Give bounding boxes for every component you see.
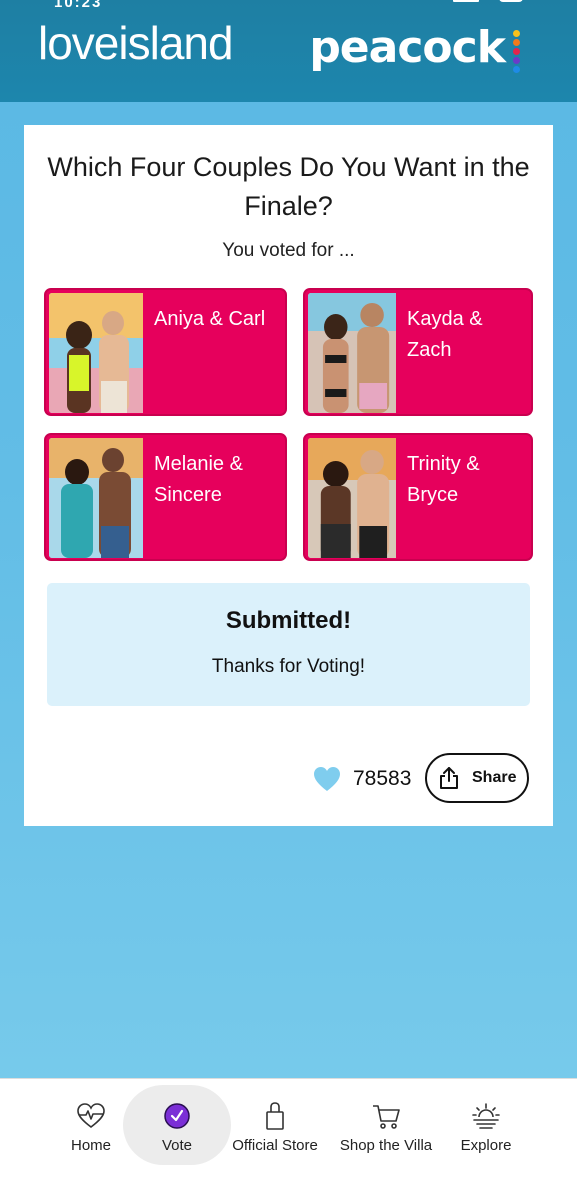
couple-option-melanie-sincere[interactable]: Melanie & Sincere [44, 433, 287, 561]
couple-name: Kayda & Zach [407, 308, 483, 361]
battery-icon [499, 0, 523, 2]
peacock-logo[interactable]: peacock [309, 26, 506, 70]
app-header: 10:23 loveisland peacock [0, 0, 577, 102]
love-island-logo[interactable]: loveisland [38, 17, 234, 69]
signal-icon [453, 0, 479, 2]
thanks-message: Thanks for Voting! [211, 656, 366, 677]
submitted-heading: Submitted! [225, 607, 352, 634]
submission-confirmation: Submitted! Thanks for Voting! [47, 583, 530, 706]
nav-home-label: Home [70, 1137, 111, 1154]
voted-for-label: You voted for ... [222, 240, 355, 261]
share-button[interactable]: Share [425, 753, 529, 803]
nav-explore[interactable]: Explore [446, 1079, 526, 1179]
shopping-cart-icon [373, 1105, 400, 1129]
couple-photo [49, 293, 143, 413]
sunset-icon [472, 1103, 500, 1129]
peacock-dots-icon [513, 30, 521, 78]
couple-photo [308, 438, 396, 558]
couple-option-trinity-bryce[interactable]: Trinity & Bryce [303, 433, 533, 561]
share-icon [440, 767, 458, 789]
poll-question: Which Four Couples Do You Want in the Fi… [47, 152, 530, 221]
couple-photo [308, 293, 396, 413]
nav-vote-label: Vote [161, 1137, 193, 1154]
status-time: 10:23 [54, 0, 103, 11]
heartbeat-icon [77, 1103, 105, 1129]
vote-card: Which Four Couples Do You Want in the Fi… [24, 125, 553, 826]
logo-love-text: love [38, 17, 119, 69]
nav-shop-the-villa[interactable]: Shop the Villa [336, 1079, 436, 1179]
couple-option-kayda-zach[interactable]: Kayda & Zach [303, 288, 533, 416]
bottom-navigation: Home Vote Official Store Shop the Villa … [0, 1078, 577, 1200]
shopping-bag-icon [266, 1102, 284, 1130]
heart-icon[interactable] [313, 766, 341, 792]
nav-official-store[interactable]: Official Store [225, 1079, 325, 1179]
vote-check-icon [164, 1103, 190, 1129]
nav-shop-label: Shop the Villa [339, 1137, 433, 1154]
logo-island-text: island [118, 17, 233, 69]
couple-photo [49, 438, 143, 558]
couple-name: Trinity & Bryce [407, 453, 480, 506]
status-indicators [453, 0, 523, 4]
nav-vote[interactable]: Vote [123, 1079, 231, 1179]
nav-home[interactable]: Home [51, 1079, 131, 1179]
share-label: Share [472, 769, 517, 786]
couple-name: Aniya & Carl [154, 308, 266, 330]
couple-name: Melanie & Sincere [154, 453, 243, 506]
like-count: 78583 [353, 767, 412, 790]
nav-store-label: Official Store [232, 1137, 318, 1154]
nav-explore-label: Explore [460, 1137, 512, 1154]
couple-option-aniya-carl[interactable]: Aniya & Carl [44, 288, 287, 416]
